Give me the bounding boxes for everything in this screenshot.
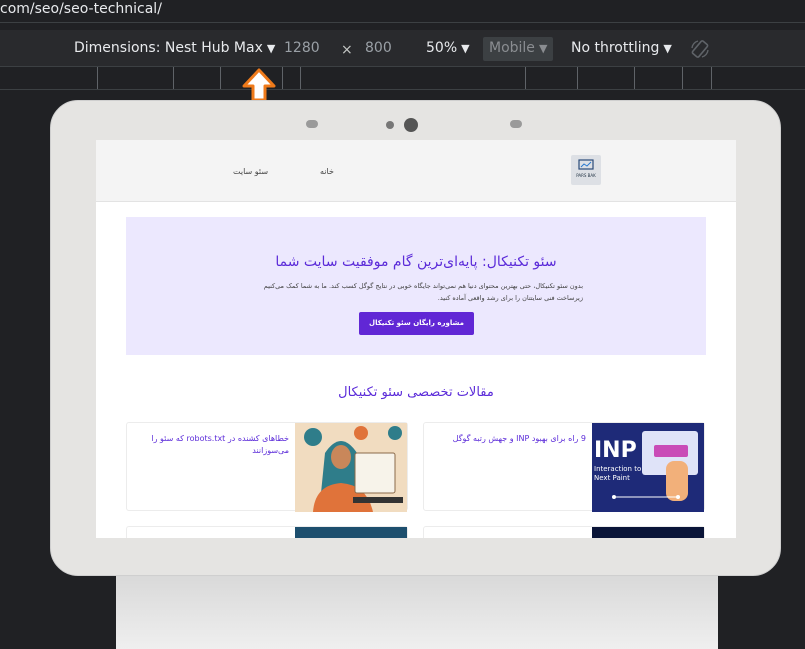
rotate-icon[interactable] (689, 38, 711, 64)
caret-down-icon: ▼ (266, 42, 276, 55)
caret-down-icon: ▼ (538, 42, 548, 55)
nav-link-home[interactable]: خانه (320, 167, 334, 176)
zoom-label: 50% (426, 40, 458, 56)
hero-section: سئو تکنیکال: پایه‌ای‌ترین گام موفقیت سای… (126, 217, 706, 355)
throttle-label: No throttling (571, 40, 660, 56)
svg-text:INP: INP (594, 438, 637, 463)
svg-text:Next Paint: Next Paint (594, 474, 630, 482)
camera-icon (404, 118, 418, 132)
width-input[interactable]: 1280 (284, 40, 320, 56)
device-label: Dimensions: Nest Hub Max (74, 40, 263, 56)
free-consultation-button[interactable]: مشاوره رایگان سئو تکنیکال (359, 312, 474, 335)
hero-title: سئو تکنیکال: پایه‌ای‌ترین گام موفقیت سای… (275, 254, 557, 270)
svg-text:Interaction to: Interaction to (594, 465, 641, 473)
logo-text: PARS BAK (576, 173, 596, 178)
mobile-label: Mobile (489, 40, 535, 56)
device-viewport: سئو سایت خانه PARS BAK سئو تکنیکال: پایه… (96, 140, 736, 538)
article-title[interactable]: 9 راه برای بهبود INP و جهش رتبه گوگل (428, 433, 586, 445)
article-thumbnail (295, 527, 407, 538)
throttling-dropdown[interactable]: No throttling ▼ (571, 40, 672, 56)
article-card[interactable]: INP Interaction to Next Paint 9 راه برای… (423, 422, 705, 512)
zoom-dropdown[interactable]: 50% ▼ (426, 40, 470, 56)
article-card[interactable]: خطاهای کشنده در robots.txt که سئو را می‌… (126, 422, 408, 512)
times-icon: × (341, 42, 353, 58)
speaker-icon (306, 120, 318, 128)
caret-down-icon: ▼ (461, 42, 470, 55)
nav-link-seo[interactable]: سئو سایت (233, 167, 268, 176)
site-header: سئو سایت خانه PARS BAK (96, 140, 736, 202)
article-thumbnail (592, 527, 704, 538)
site-logo[interactable]: PARS BAK (571, 155, 601, 185)
article-card[interactable] (423, 526, 705, 538)
device-stand (116, 576, 718, 649)
url-text: com/seo/seo-technical/ (0, 1, 162, 17)
article-title[interactable]: خطاهای کشنده در robots.txt که سئو را می‌… (131, 433, 289, 457)
address-bar[interactable]: com/seo/seo-technical/ (0, 0, 805, 22)
divider (0, 22, 805, 23)
hero-description: بدون سئو تکنیکال، حتی بهترین محتوای دنیا… (263, 282, 583, 302)
article-thumbnail-robots (295, 423, 407, 512)
article-thumbnail-inp: INP Interaction to Next Paint (592, 423, 704, 512)
device-toolbar: Dimensions: Nest Hub Max ▼ 1280 × 800 50%… (0, 30, 805, 66)
device-dimensions-dropdown[interactable]: Dimensions: Nest Hub Max ▼ (74, 40, 275, 56)
sensor-icon (386, 121, 394, 129)
speaker-icon (510, 120, 522, 128)
device-type-dropdown[interactable]: Mobile ▼ (483, 37, 554, 61)
article-card[interactable] (126, 526, 408, 538)
media-query-ruler (0, 66, 805, 90)
articles-section-title: مقالات تخصصی سئو تکنیکال (338, 385, 494, 400)
caret-down-icon: ▼ (663, 42, 672, 55)
height-input[interactable]: 800 (365, 40, 392, 56)
